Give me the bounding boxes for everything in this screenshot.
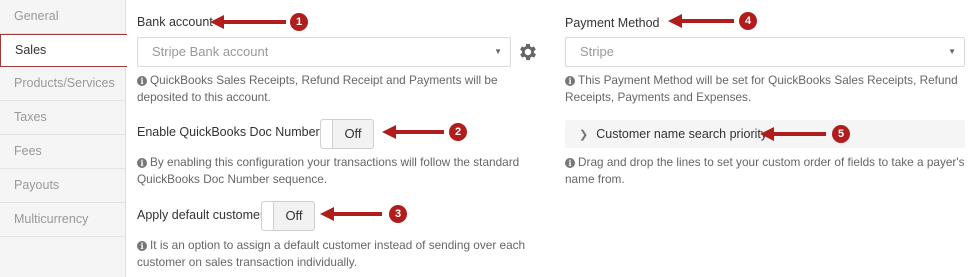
bank-account-help: i QuickBooks Sales Receipts, Refund Recei… bbox=[137, 72, 517, 106]
annotation-arrow-1 bbox=[210, 15, 286, 29]
name-priority-help: i Drag and drop the lines to set your cus… bbox=[565, 154, 970, 188]
info-icon: i bbox=[137, 76, 147, 86]
default-customer-toggle[interactable]: Off bbox=[261, 201, 315, 231]
sidebar-item-payouts[interactable]: Payouts bbox=[0, 169, 125, 203]
default-customer-help: i It is an option to assign a default cus… bbox=[137, 237, 537, 271]
sidebar-item-taxes[interactable]: Taxes bbox=[0, 101, 125, 135]
annotation-badge-5: 5 bbox=[832, 125, 850, 143]
caret-down-icon: ▼ bbox=[948, 47, 956, 56]
bank-account-label: Bank account bbox=[137, 15, 213, 29]
chevron-right-icon: ❯ bbox=[579, 129, 589, 141]
doc-numbers-help: i By enabling this configuration your tra… bbox=[137, 154, 537, 188]
annotation-badge-3: 3 bbox=[389, 205, 407, 223]
info-icon: i bbox=[565, 158, 575, 168]
toggle-knob bbox=[262, 202, 274, 230]
customer-name-priority-label: Customer name search priority bbox=[596, 127, 768, 141]
doc-numbers-help-text: By enabling this configuration your tran… bbox=[137, 155, 520, 186]
default-customer-state: Off bbox=[285, 208, 303, 223]
gear-icon[interactable] bbox=[517, 41, 539, 63]
bank-account-select[interactable]: Stripe Bank account ▼ bbox=[137, 37, 511, 67]
doc-numbers-toggle[interactable]: Off bbox=[320, 119, 374, 149]
doc-numbers-state: Off bbox=[344, 126, 362, 141]
bank-account-help-text: QuickBooks Sales Receipts, Refund Receip… bbox=[137, 73, 498, 104]
annotation-arrow-4 bbox=[668, 14, 734, 28]
sidebar-item-multicurrency[interactable]: Multicurrency bbox=[0, 203, 125, 237]
sidebar-item-products-services[interactable]: Products/Services bbox=[0, 67, 125, 101]
sidebar-item-general[interactable]: General bbox=[0, 0, 125, 34]
payment-method-label: Payment Method bbox=[565, 16, 660, 30]
payment-method-value: Stripe bbox=[580, 44, 614, 59]
payment-method-help-text: This Payment Method will be set for Quic… bbox=[565, 73, 958, 104]
caret-down-icon: ▼ bbox=[494, 47, 502, 56]
sidebar-item-sales[interactable]: Sales bbox=[0, 34, 127, 67]
bank-account-value: Stripe Bank account bbox=[152, 44, 269, 59]
payment-method-select[interactable]: Stripe ▼ bbox=[565, 37, 965, 67]
toggle-knob bbox=[321, 120, 333, 148]
default-customer-help-text: It is an option to assign a default cust… bbox=[137, 238, 526, 269]
annotation-arrow-3 bbox=[320, 207, 382, 221]
default-customer-label: Apply default customer bbox=[137, 208, 265, 222]
info-icon: i bbox=[565, 76, 575, 86]
name-priority-help-text: Drag and drop the lines to set your cust… bbox=[565, 155, 965, 186]
info-icon: i bbox=[137, 241, 147, 251]
info-icon: i bbox=[137, 158, 147, 168]
doc-numbers-label: Enable QuickBooks Doc Numbers bbox=[137, 125, 326, 139]
annotation-arrow-5 bbox=[760, 127, 826, 141]
settings-sidebar: General Sales Products/Services Taxes Fe… bbox=[0, 0, 127, 277]
annotation-arrow-2 bbox=[382, 125, 444, 139]
payment-method-help: i This Payment Method will be set for Qui… bbox=[565, 72, 970, 106]
sidebar-item-fees[interactable]: Fees bbox=[0, 135, 125, 169]
annotation-badge-2: 2 bbox=[449, 123, 467, 141]
annotation-badge-1: 1 bbox=[290, 13, 308, 31]
annotation-badge-4: 4 bbox=[739, 12, 757, 30]
